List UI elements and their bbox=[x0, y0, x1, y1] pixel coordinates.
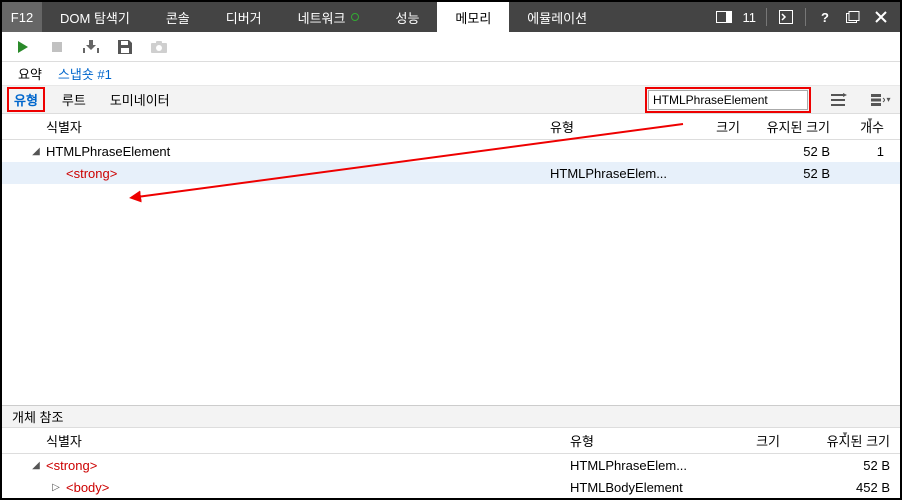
dock-icon[interactable] bbox=[715, 8, 733, 26]
row-type: HTMLPhraseElem... bbox=[570, 458, 710, 473]
view-switch-row: 유형 루트 도미네이터 ▾ bbox=[2, 86, 900, 114]
table-row[interactable]: ◢ <strong> HTMLPhraseElem... 52 B bbox=[2, 454, 900, 476]
summary-tab[interactable]: 요약 bbox=[18, 64, 42, 83]
close-icon[interactable] bbox=[872, 8, 890, 26]
col-size[interactable]: 크기 bbox=[670, 117, 750, 136]
row-id: <strong> bbox=[66, 166, 117, 181]
snapshot-tab[interactable]: 스냅숏 #1 bbox=[58, 64, 112, 83]
tab-label: 성능 bbox=[395, 8, 419, 27]
expand-toggle[interactable]: ◢ bbox=[30, 146, 42, 157]
ref-table-header: 식별자 유형 크기 유지된 크기 bbox=[2, 428, 900, 454]
row-id: <strong> bbox=[46, 458, 97, 473]
col-id[interactable]: 식별자 bbox=[2, 431, 570, 450]
tab-label: 네트워크 bbox=[298, 8, 346, 27]
panel-title: 개체 참조 bbox=[2, 406, 900, 428]
row-count: 1 bbox=[840, 144, 900, 159]
tab-console[interactable]: 콘솔 bbox=[148, 2, 208, 32]
tab-network[interactable]: 네트워크 bbox=[280, 2, 378, 32]
separator bbox=[805, 8, 806, 26]
expand-toggle[interactable]: ▷ bbox=[50, 482, 62, 493]
row-id: <body> bbox=[66, 480, 109, 495]
row-retained: 52 B bbox=[790, 458, 900, 473]
main-table-header: 식별자 유형 크기 유지된 크기 개수 bbox=[2, 114, 900, 140]
table-row[interactable]: ▷ <body> HTMLBodyElement 452 B bbox=[2, 476, 900, 498]
view-root[interactable]: 루트 bbox=[58, 90, 90, 109]
col-type[interactable]: 유형 bbox=[570, 431, 710, 450]
view-type[interactable]: 유형 bbox=[10, 90, 42, 109]
stop-button[interactable] bbox=[48, 38, 66, 56]
object-references-panel: 개체 참조 식별자 유형 크기 유지된 크기 ◢ <strong> HTMLPh… bbox=[2, 405, 900, 498]
separator bbox=[766, 8, 767, 26]
col-count[interactable]: 개수 bbox=[840, 117, 900, 136]
devtools-tabs: DOM 탐색기 콘솔 디버거 네트워크 성능 메모리 에뮬레이션 bbox=[42, 2, 705, 32]
scope-button[interactable] bbox=[828, 90, 850, 110]
table-row[interactable]: ▸ <strong> HTMLPhraseElem... 52 B bbox=[2, 162, 900, 184]
main-table-body: ◢ HTMLPhraseElement 52 B 1 ▸ <strong> HT… bbox=[2, 140, 900, 405]
table-row[interactable]: ◢ HTMLPhraseElement 52 B 1 bbox=[2, 140, 900, 162]
tab-label: 에뮬레이션 bbox=[527, 8, 587, 27]
tab-memory[interactable]: 메모리 bbox=[437, 2, 509, 32]
tab-performance[interactable]: 성능 bbox=[377, 2, 437, 32]
row-retained: 52 B bbox=[750, 144, 840, 159]
screenshot-button[interactable] bbox=[150, 38, 168, 56]
tab-emulation[interactable]: 에뮬레이션 bbox=[509, 2, 605, 32]
row-retained: 452 B bbox=[790, 480, 900, 495]
col-type[interactable]: 유형 bbox=[550, 117, 670, 136]
f12-label: F12 bbox=[2, 2, 42, 32]
view-dominator[interactable]: 도미네이터 bbox=[106, 90, 174, 109]
tab-label: 콘솔 bbox=[166, 8, 190, 27]
col-retained[interactable]: 유지된 크기 bbox=[790, 431, 900, 450]
tab-label: 디버거 bbox=[226, 8, 262, 27]
filter-input-wrap bbox=[648, 90, 808, 110]
snapshot-header: 요약 스냅숏 #1 bbox=[2, 62, 900, 86]
expand-toggle[interactable]: ◢ bbox=[30, 460, 42, 471]
row-type: HTMLBodyElement bbox=[570, 480, 710, 495]
tab-dom-explorer[interactable]: DOM 탐색기 bbox=[42, 2, 148, 32]
tab-label: DOM 탐색기 bbox=[60, 8, 130, 27]
filter-input[interactable] bbox=[648, 90, 808, 110]
tab-debugger[interactable]: 디버거 bbox=[208, 2, 280, 32]
play-button[interactable] bbox=[14, 38, 32, 56]
save-button[interactable] bbox=[116, 38, 134, 56]
heap-main-panel: 식별자 유형 크기 유지된 크기 개수 ◢ HTMLPhraseElement … bbox=[2, 114, 900, 498]
titlebar-right: 11 ? bbox=[705, 2, 901, 32]
col-id[interactable]: 식별자 bbox=[2, 117, 550, 136]
row-retained: 52 B bbox=[750, 166, 840, 181]
col-size[interactable]: 크기 bbox=[710, 431, 790, 450]
memory-toolbar bbox=[2, 32, 900, 62]
record-indicator-icon bbox=[351, 13, 359, 21]
row-id: HTMLPhraseElement bbox=[46, 144, 170, 159]
tab-label: 메모리 bbox=[455, 8, 491, 27]
grid-options-button[interactable]: ▾ bbox=[870, 90, 892, 110]
help-icon[interactable]: ? bbox=[816, 8, 834, 26]
row-type: HTMLPhraseElem... bbox=[550, 166, 670, 181]
col-retained[interactable]: 유지된 크기 bbox=[750, 117, 840, 136]
devtools-tabbar: F12 DOM 탐색기 콘솔 디버거 네트워크 성능 메모리 에뮬레이션 11 … bbox=[2, 2, 900, 32]
console-toggle-icon[interactable] bbox=[777, 8, 795, 26]
error-count[interactable]: 11 bbox=[743, 10, 757, 25]
unpin-icon[interactable] bbox=[844, 8, 862, 26]
import-button[interactable] bbox=[82, 38, 100, 56]
